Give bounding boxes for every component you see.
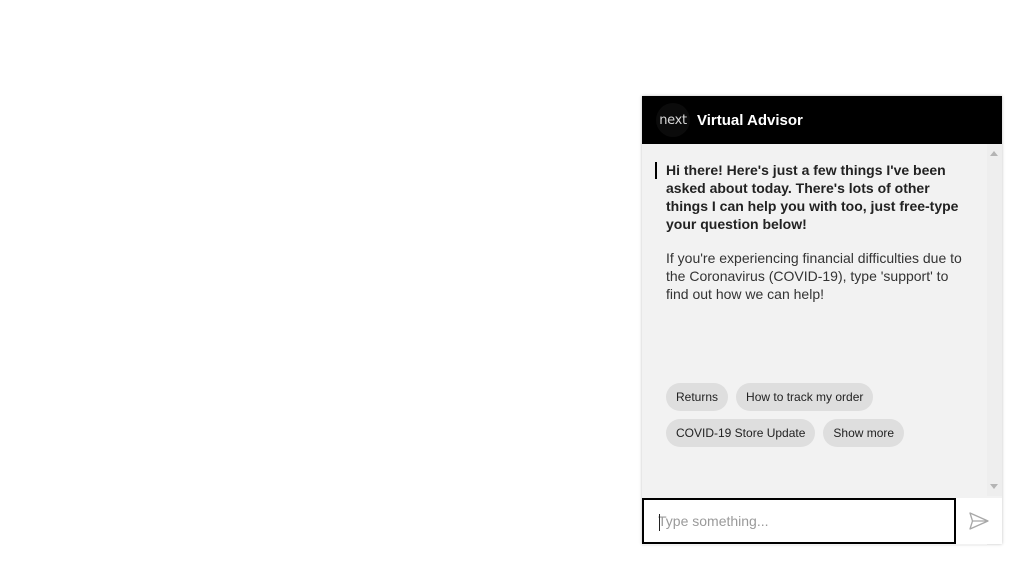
quick-reply-row: COVID-19 Store Update Show more	[666, 419, 966, 447]
message-scrollbar[interactable]	[987, 144, 1002, 496]
message-area: Hi there! Here's just a few things I've …	[642, 144, 987, 546]
send-button[interactable]	[956, 498, 1002, 544]
scroll-up-arrow-icon[interactable]	[990, 151, 998, 156]
chat-header: next Virtual Advisor	[642, 96, 1002, 144]
quick-reply-show-more[interactable]: Show more	[823, 419, 905, 447]
message-marker	[655, 162, 657, 179]
header-title: Virtual Advisor	[697, 111, 803, 129]
greeting-message: Hi there! Here's just a few things I've …	[666, 162, 959, 232]
text-caret	[659, 514, 660, 531]
message-input[interactable]	[644, 500, 954, 542]
quick-replies: Returns How to track my order COVID-19 S…	[666, 383, 966, 455]
quick-reply-track-order[interactable]: How to track my order	[736, 383, 874, 411]
quick-reply-row: Returns How to track my order	[666, 383, 966, 411]
scroll-down-arrow-icon[interactable]	[990, 484, 998, 489]
quick-reply-returns[interactable]: Returns	[666, 383, 729, 411]
quick-reply-covid-store-update[interactable]: COVID-19 Store Update	[666, 419, 816, 447]
message-input-box	[642, 498, 956, 544]
chat-widget: next Virtual Advisor Hi there! Here's ju…	[642, 96, 1002, 546]
input-bar	[642, 498, 1002, 544]
covid-support-message: If you're experiencing financial difficu…	[666, 250, 962, 302]
brand-logo: next	[656, 103, 690, 137]
send-icon	[969, 512, 989, 530]
